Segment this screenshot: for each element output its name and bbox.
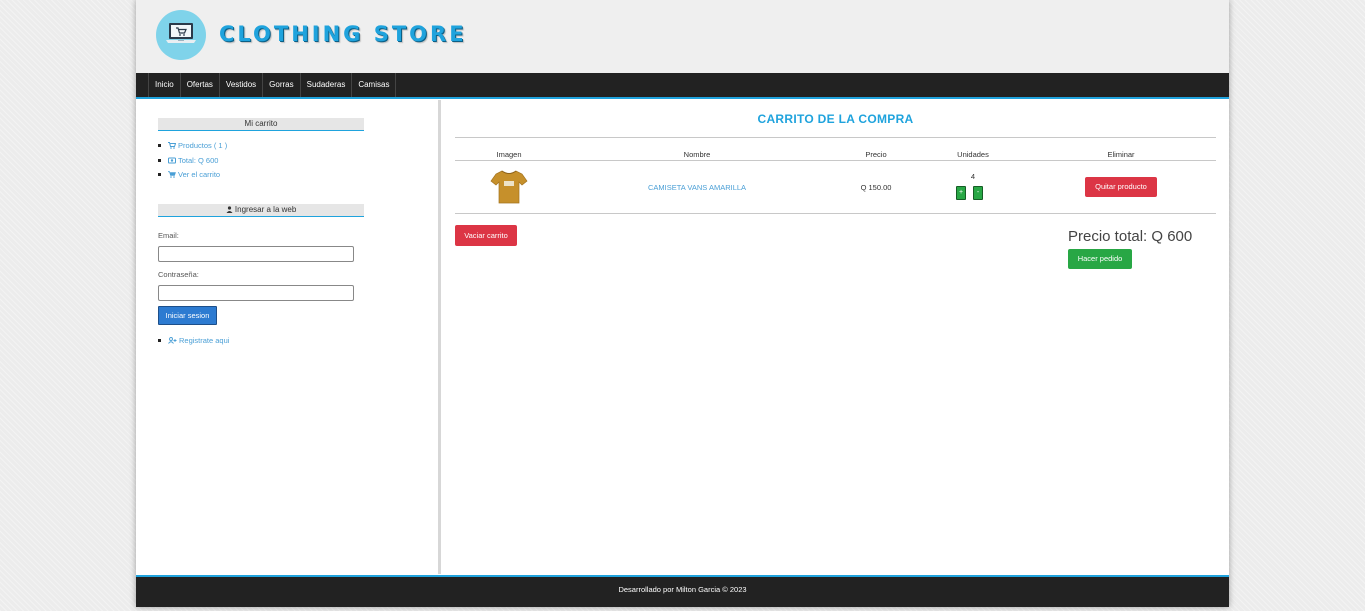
header: CLOTHING STORE [136, 0, 1229, 73]
password-label: Contraseña: [158, 270, 199, 279]
cart-summary-list: Productos ( 1 ) Total: Q 600 Ver el carr… [158, 139, 227, 183]
main-nav: Inicio Ofertas Vestidos Gorras Sudaderas… [136, 73, 1229, 99]
column-header-price: Precio [865, 150, 887, 159]
cart-icon [168, 171, 176, 178]
register-link[interactable]: Registrate aqui [158, 334, 229, 349]
page-container: CLOTHING STORE Inicio Ofertas Vestidos G… [136, 0, 1229, 607]
nav-item-sudaderas[interactable]: Sudaderas [299, 73, 352, 97]
user-plus-icon [168, 337, 177, 344]
user-icon [226, 206, 233, 213]
password-field[interactable] [158, 285, 354, 301]
empty-cart-button[interactable]: Vaciar carrito [455, 225, 517, 246]
cart-content: CARRITO DE LA COMPRA Imagen Nombre Preci… [442, 100, 1229, 574]
laptop-cart-icon [166, 23, 196, 43]
nav-item-ofertas[interactable]: Ofertas [179, 73, 219, 97]
increase-units-button[interactable]: + [956, 186, 966, 200]
column-header-units: Unidades [957, 150, 989, 159]
login-block-title: Ingresar a la web [158, 204, 364, 217]
store-title[interactable]: CLOTHING STORE [219, 22, 467, 46]
remove-product-button[interactable]: Quitar producto [1085, 177, 1157, 197]
cart-products-link[interactable]: Productos ( 1 ) [158, 139, 227, 154]
cart-products-label: Productos ( 1 ) [178, 141, 228, 150]
register-list: Registrate aqui [158, 334, 229, 349]
footer: Desarrollado por Milton Garcia © 2023 [136, 575, 1229, 607]
cart-icon [168, 142, 176, 149]
login-block-label: Ingresar a la web [234, 205, 297, 214]
footer-text: Desarrollado por Milton Garcia © 2023 [618, 585, 747, 594]
store-logo[interactable] [156, 10, 206, 60]
total-price: Precio total: Q 600 [1068, 228, 1193, 245]
product-units: 4 [970, 172, 976, 181]
nav-item-gorras[interactable]: Gorras [262, 73, 299, 97]
cart-total-label: Total: Q 600 [178, 155, 219, 165]
header-divider [455, 160, 1216, 161]
view-cart-link[interactable]: Ver el carrito [158, 168, 227, 183]
decrease-units-button[interactable]: - [973, 186, 983, 200]
cart-block-title: Mi carrito [158, 118, 364, 131]
cart-page-title: CARRITO DE LA COMPRA [757, 112, 914, 126]
view-cart-label: Ver el carrito [178, 170, 221, 179]
row-divider [455, 213, 1216, 214]
money-icon [168, 157, 176, 163]
nav-item-vestidos[interactable]: Vestidos [218, 73, 262, 97]
register-label: Registrate aqui [179, 336, 230, 345]
column-header-image: Imagen [496, 150, 522, 159]
column-header-name: Nombre [683, 150, 711, 159]
product-name-link[interactable]: CAMISETA VANS AMARILLA [648, 183, 746, 192]
cart-total-link[interactable]: Total: Q 600 [158, 154, 227, 169]
place-order-button[interactable]: Hacer pedido [1068, 249, 1132, 269]
nav-item-inicio[interactable]: Inicio [148, 73, 180, 97]
sidebar: Mi carrito Productos ( 1 ) Total: Q 600 … [136, 100, 441, 574]
login-button[interactable]: Iniciar sesion [158, 306, 217, 325]
email-label: Email: [158, 231, 179, 240]
yellow-tshirt-image[interactable] [490, 168, 528, 206]
title-divider [455, 137, 1216, 138]
nav-item-camisas[interactable]: Camisas [351, 73, 397, 97]
email-field[interactable] [158, 246, 354, 262]
product-price: Q 150.00 [860, 183, 892, 192]
column-header-remove: Eliminar [1107, 150, 1135, 159]
